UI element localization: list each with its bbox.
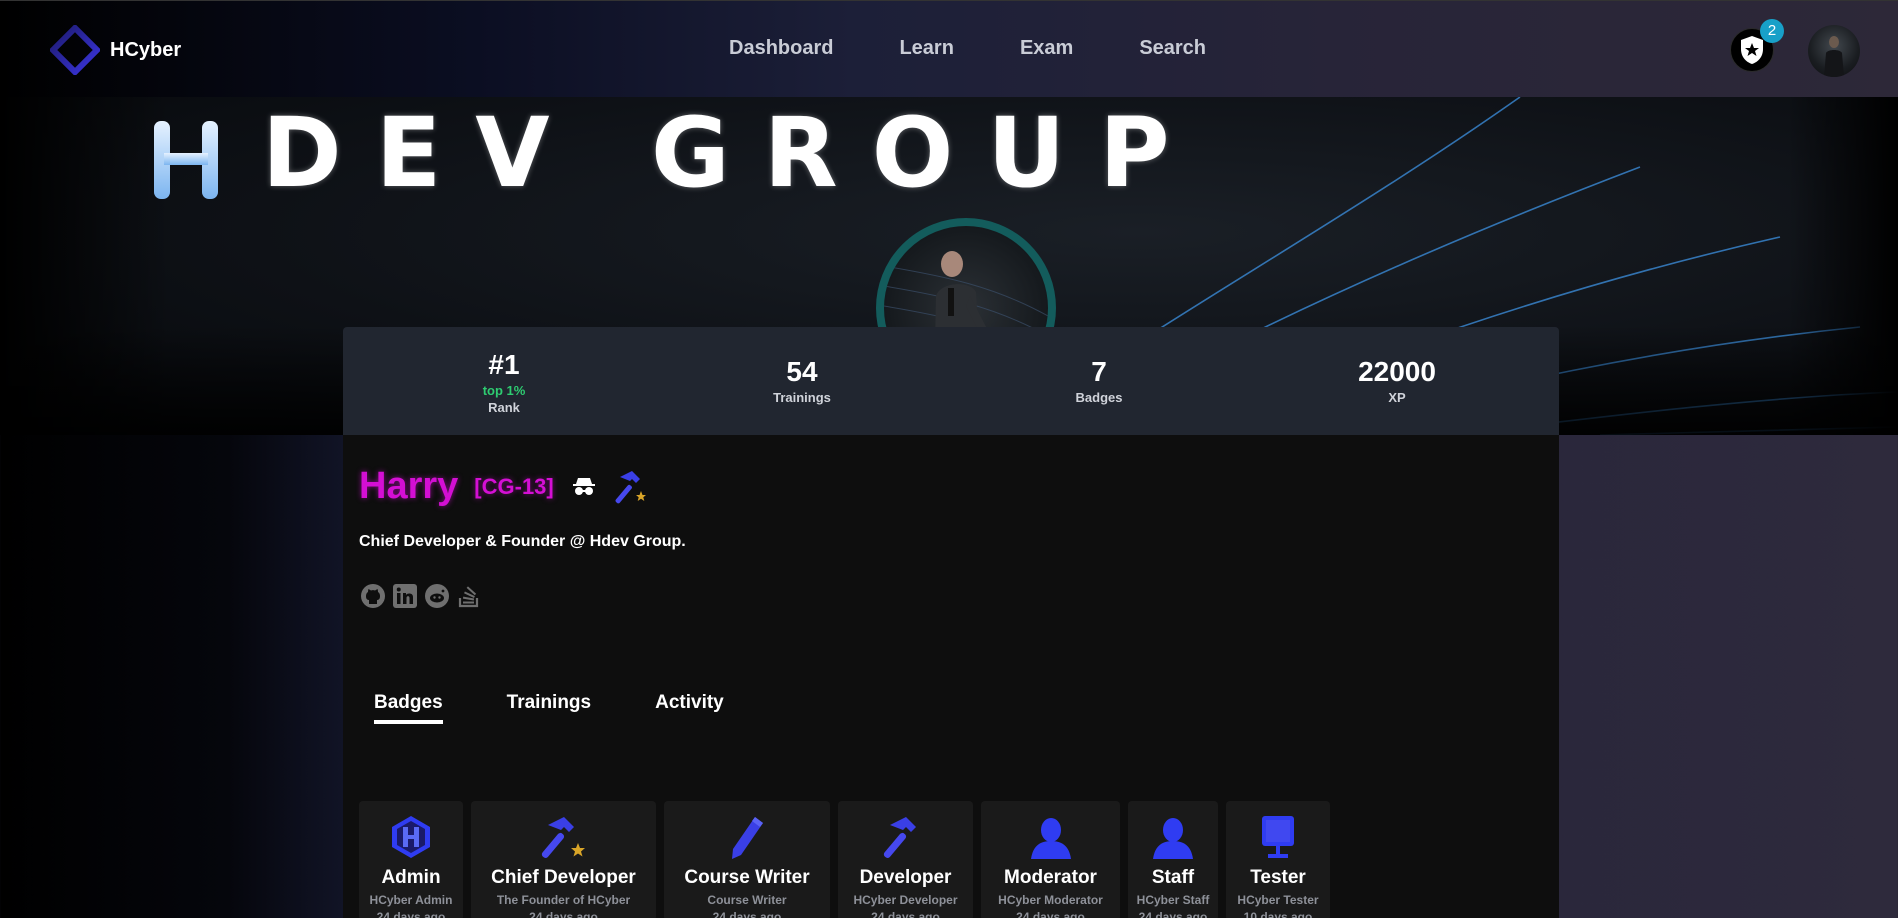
badge-card-staff[interactable]: Staff HCyber Staff 24 days ago [1128,801,1218,918]
badge-date: 24 days ago [1138,910,1208,918]
stat-trainings-value: 54 [786,356,818,387]
pencil-icon [732,817,763,859]
badge-desc: The Founder of HCyber [496,893,631,907]
badge-card-chief-developer[interactable]: Chief Developer The Founder of HCyber 24… [471,801,656,918]
user-icon [1030,818,1071,859]
stat-rank-label: Rank [488,400,520,415]
stat-rank-sub: top 1% [482,383,526,398]
reddit-icon[interactable] [424,583,450,609]
tab-trainings[interactable]: Trainings [507,692,591,724]
user-tag: [CG-13] [474,473,554,499]
badge-name: Course Writer [684,867,810,888]
tab-badges[interactable]: Badges [374,692,443,724]
hammer-icon [883,817,916,858]
github-icon[interactable] [360,583,386,609]
badge-name: Staff [1151,867,1195,888]
nav-learn[interactable]: Learn [899,37,953,60]
stat-xp-label: XP [1388,390,1406,405]
user-bio: Chief Developer & Founder @ Hdev Group. [359,533,686,550]
notification-count-badge: 2 [1760,19,1784,43]
top-navbar: HCyber Dashboard Learn Exam Search 2 [0,0,1898,97]
badge-desc: HCyber Moderator [998,893,1103,907]
badge-card-course-writer[interactable]: Course Writer Course Writer 24 days ago [664,801,830,918]
badge-date: 24 days ago [871,910,940,918]
stat-badges-label: Badges [1075,390,1123,405]
hammer-star-icon [541,817,585,858]
user-name: Harry [359,465,459,507]
badge-card-admin[interactable]: Admin HCyber Admin 24 days ago [359,801,463,918]
badge-name: Chief Developer [491,867,636,888]
stat-xp: 22000 XP [1297,356,1497,405]
user-icon [1153,818,1193,859]
stackoverflow-icon[interactable] [456,583,482,609]
badge-name: Tester [1250,867,1306,888]
badge-desc: HCyber Developer [853,893,958,907]
stat-rank-value: #1 [488,349,520,380]
badge-desc: Course Writer [707,893,787,907]
chief-hammer-icon [615,470,646,503]
badge-name: Developer [859,867,952,888]
profile-tabs: Badges Trainings Activity [374,692,788,724]
shield-star-icon [1741,36,1763,64]
stat-trainings-label: Trainings [773,390,831,405]
badge-date: 24 days ago [529,910,598,918]
badge-name: Admin [381,867,441,888]
brand[interactable]: HCyber [50,25,181,75]
badge-date: 10 days ago [1243,910,1313,918]
nav-search[interactable]: Search [1139,37,1206,60]
name-row: Harry [CG-13] [359,465,648,508]
stat-trainings: 54 Trainings [702,356,902,405]
linkedin-icon[interactable] [392,583,418,609]
monitor-icon [1262,816,1294,858]
nav-dashboard[interactable]: Dashboard [729,37,833,60]
stat-xp-value: 22000 [1358,356,1436,387]
badge-desc: HCyber Tester [1237,893,1319,907]
tab-activity[interactable]: Activity [655,692,724,724]
profile-stats: #1 top 1% Rank 54 Trainings 7 Badges 220… [343,327,1559,435]
badge-desc: HCyber Staff [1136,893,1210,907]
avatar-person-icon [1824,36,1844,77]
badge-date: 24 days ago [376,910,446,918]
hcyber-shield-icon [392,816,430,858]
user-avatar[interactable] [1808,25,1860,77]
badge-name: Moderator [1004,867,1097,888]
nav-exam[interactable]: Exam [1020,37,1073,60]
banner-h-logo-icon [154,121,218,199]
badge-card-developer[interactable]: Developer HCyber Developer 24 days ago [838,801,973,918]
stat-badges: 7 Badges [999,356,1199,405]
badge-date: 24 days ago [712,910,782,918]
badge-list: Admin HCyber Admin 24 days ago Chief Dev… [359,801,1338,918]
profile-panel: Harry [CG-13] Chief Developer & Founder … [343,435,1559,918]
badge-card-moderator[interactable]: Moderator HCyber Moderator 24 days ago [981,801,1120,918]
hcyber-logo-icon [50,25,100,75]
stat-rank: #1 top 1% Rank [404,349,604,415]
social-links [360,583,482,609]
brand-name: HCyber [110,38,182,61]
main-nav: Dashboard Learn Exam Search [729,37,1206,60]
badge-card-tester[interactable]: Tester HCyber Tester 10 days ago [1226,801,1330,918]
badge-date: 24 days ago [1016,910,1085,918]
badge-desc: HCyber Admin [369,893,453,907]
banner-logo-text: DEV GROUP [262,97,1204,209]
stat-badges-value: 7 [1091,356,1107,387]
spy-icon [572,477,595,495]
